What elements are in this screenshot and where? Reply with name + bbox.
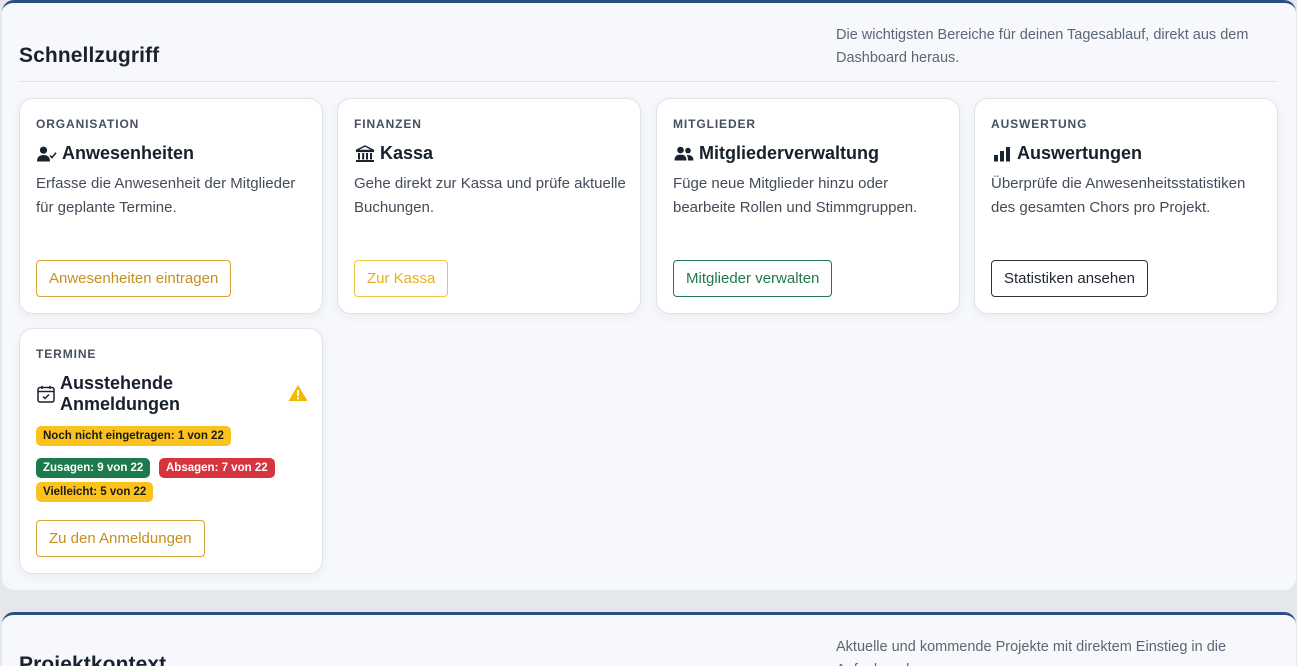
badge-maybe: Vielleicht: 5 von 22 [36, 482, 154, 502]
quick-access-panel: Schnellzugriff Die wichtigsten Bereiche … [2, 0, 1296, 590]
card-title-text: Kassa [380, 143, 434, 163]
card-text: Gehe direkt zur Kassa und prüfe aktuelle… [354, 175, 626, 216]
user-check-icon [36, 144, 58, 164]
bar-chart-icon [991, 144, 1013, 164]
card-title-text: Anwesenheiten [62, 143, 195, 163]
card-category: FINANZEN [354, 117, 422, 131]
project-context-title: Projektkontext [19, 653, 167, 666]
card-pending-registrations: TERMINE Ausstehende Anmeldungen Noch nic… [19, 328, 323, 574]
go-to-cash-button[interactable]: Zur Kassa [354, 260, 449, 297]
enter-attendance-button[interactable]: Anwesenheiten eintragen [36, 260, 232, 297]
card-text: Erfasse die Anwesenheit der Mitglieder f… [36, 175, 296, 216]
badge-accepted: Zusagen: 9 von 22 [36, 458, 151, 478]
project-context-panel: Projektkontext Aktuelle und kommende Pro… [2, 612, 1296, 666]
card-reports: AUSWERTUNG Auswertungen Überprüfe die An… [974, 98, 1278, 314]
manage-members-button[interactable]: Mitglieder verwalten [673, 260, 833, 297]
go-to-registrations-button[interactable]: Zu den Anmeldungen [36, 520, 205, 557]
card-category: AUSWERTUNG [991, 117, 1088, 131]
warning-icon [288, 384, 308, 402]
quick-access-header: Schnellzugriff Die wichtigsten Bereiche … [19, 3, 1277, 82]
card-title: Ausstehende Anmeldungen [36, 373, 276, 415]
card-text: Füge neue Mitglieder hinzu oder bearbeit… [673, 175, 918, 216]
quick-access-title: Schnellzugriff [19, 44, 160, 67]
card-category: ORGANISATION [36, 117, 140, 131]
card-title: Anwesenheiten [36, 143, 194, 164]
bank-icon [354, 144, 376, 164]
card-title-text: Auswertungen [1017, 143, 1143, 163]
card-title: Auswertungen [991, 143, 1142, 164]
badge-declined: Absagen: 7 von 22 [159, 458, 275, 478]
calendar-check-icon [36, 384, 56, 404]
card-members: MITGLIEDER Mitgliederverwaltung Füge neu… [656, 98, 960, 314]
quick-access-description: Die wichtigsten Bereiche für deinen Tage… [836, 27, 1249, 66]
users-icon [673, 144, 695, 164]
card-category: TERMINE [36, 347, 97, 361]
card-cash: FINANZEN Kassa Gehe direkt zur Kassa und… [337, 98, 641, 314]
card-title: Mitgliederverwaltung [673, 143, 879, 164]
card-attendance: ORGANISATION Anwesenheiten Erfasse die A… [19, 98, 323, 314]
project-context-header: Projektkontext Aktuelle und kommende Pro… [19, 615, 1277, 666]
view-statistics-button[interactable]: Statistiken ansehen [991, 260, 1148, 297]
card-title-text: Ausstehende Anmeldungen [60, 373, 181, 414]
project-context-description: Aktuelle und kommende Projekte mit direk… [836, 639, 1227, 666]
card-title: Kassa [354, 143, 433, 164]
card-category: MITGLIEDER [673, 117, 756, 131]
badge-not-entered: Noch nicht eingetragen: 1 von 22 [36, 426, 231, 446]
card-title-text: Mitgliederverwaltung [699, 143, 880, 163]
card-text: Überprüfe die Anwesenheitsstatistiken de… [991, 175, 1246, 216]
